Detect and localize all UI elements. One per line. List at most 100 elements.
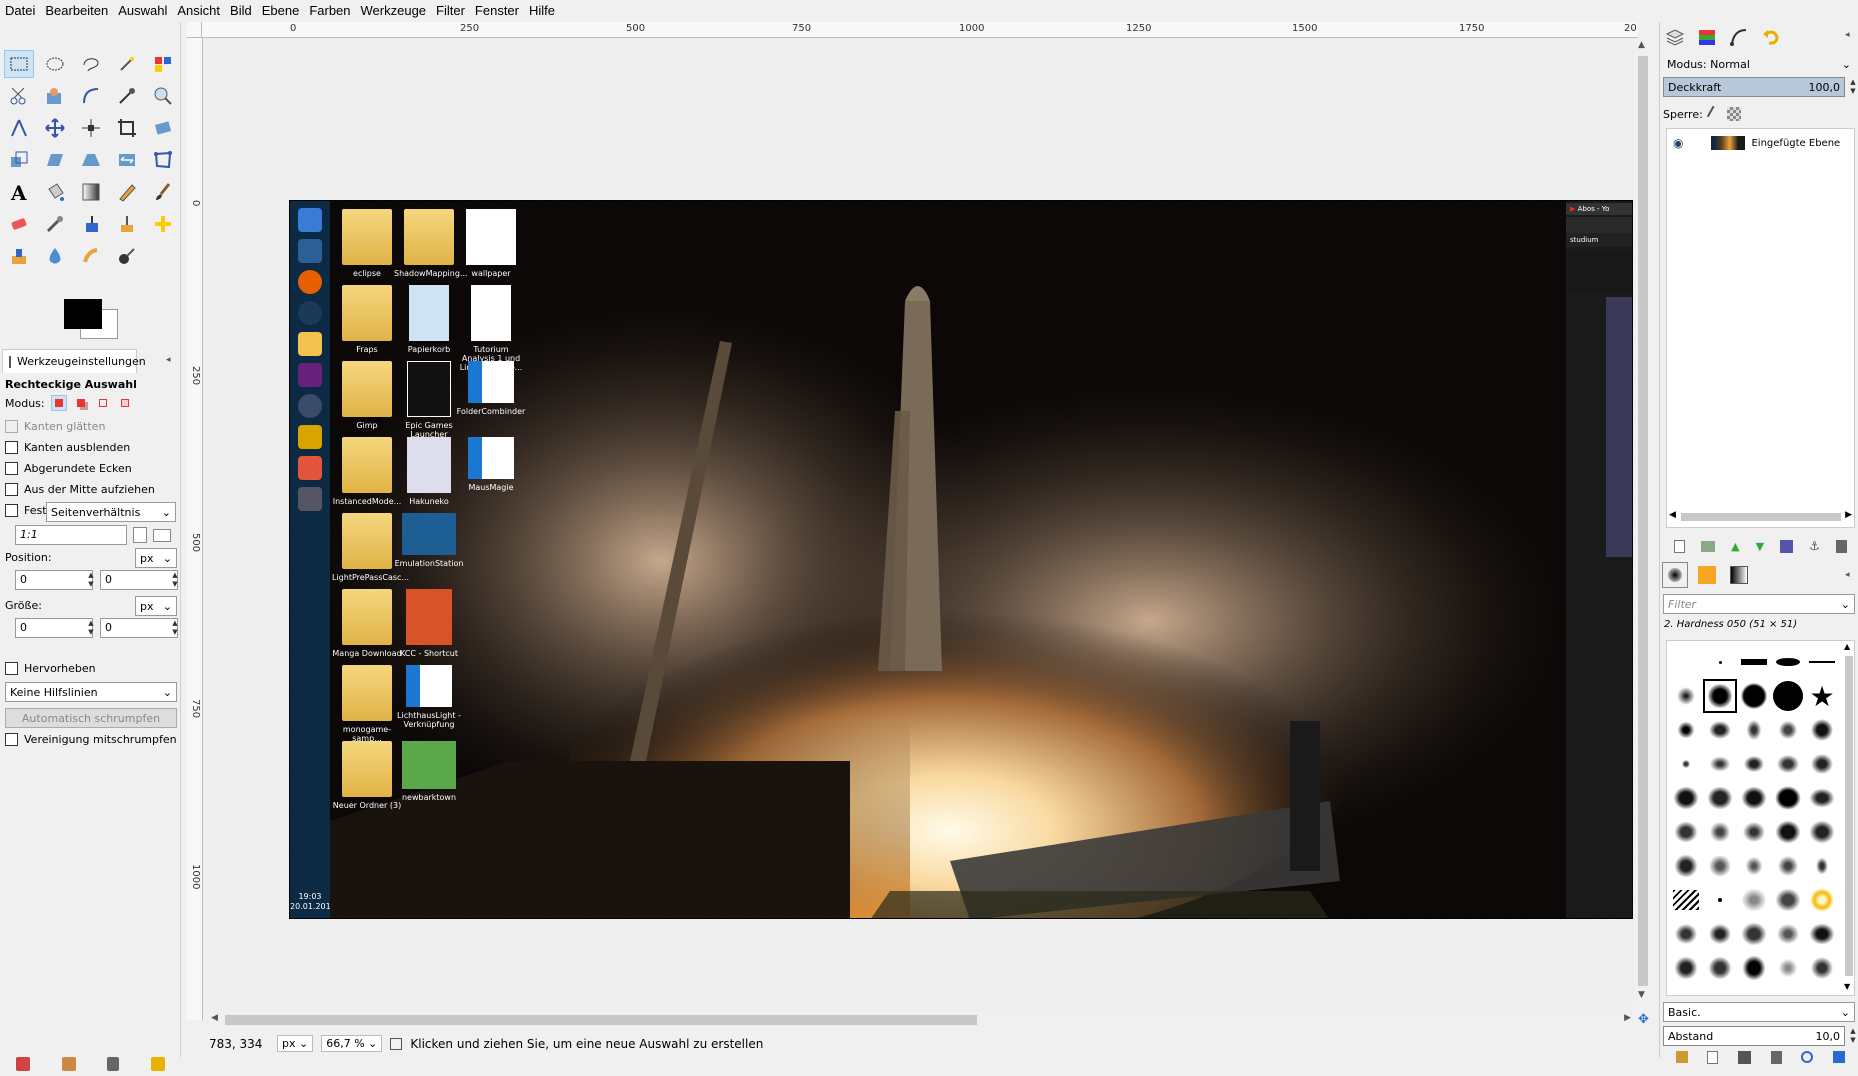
fixed-mode-select[interactable]: Seitenverhältnis ⌄ bbox=[46, 502, 176, 522]
paths-tool[interactable] bbox=[76, 82, 106, 110]
tab-undo-history[interactable] bbox=[1758, 24, 1784, 50]
open-as-image-icon[interactable] bbox=[1833, 1051, 1846, 1063]
brush-preset[interactable] bbox=[1703, 781, 1737, 815]
panel-menu-icon[interactable]: ◂ bbox=[1845, 570, 1850, 580]
brush-preset[interactable] bbox=[1737, 713, 1771, 747]
menu-bearbeiten[interactable]: Bearbeiten bbox=[40, 0, 113, 22]
brush-preset[interactable] bbox=[1703, 645, 1737, 679]
brush-preset[interactable] bbox=[1771, 917, 1805, 951]
scissors-tool[interactable] bbox=[4, 82, 34, 110]
brush-filter-select[interactable]: Filter ⌄ bbox=[1663, 594, 1855, 614]
airbrush-tool[interactable] bbox=[40, 210, 70, 238]
rounded-corners-checkbox[interactable] bbox=[5, 462, 18, 475]
foreground-color-swatch[interactable] bbox=[64, 299, 102, 329]
brush-preset[interactable] bbox=[1703, 849, 1737, 883]
brush-preset[interactable] bbox=[1771, 849, 1805, 883]
color-picker-tool[interactable] bbox=[112, 82, 142, 110]
vertical-scrollbar[interactable]: ▲ ▼ bbox=[1635, 38, 1651, 1020]
feather-checkbox[interactable] bbox=[5, 441, 18, 454]
blur-tool[interactable] bbox=[40, 242, 70, 270]
brush-grid[interactable]: ★ bbox=[1666, 640, 1855, 996]
ink-tool[interactable] bbox=[76, 210, 106, 238]
brush-preset[interactable] bbox=[1737, 815, 1771, 849]
lower-layer-icon[interactable]: ▼ bbox=[1756, 540, 1764, 553]
select-by-color-tool[interactable] bbox=[148, 50, 178, 78]
rotate-tool[interactable] bbox=[148, 114, 178, 142]
menu-werkzeuge[interactable]: Werkzeuge bbox=[356, 0, 432, 22]
brush-preset[interactable] bbox=[1669, 849, 1703, 883]
layers-hscroll[interactable]: ◀ ▶ bbox=[1667, 510, 1854, 523]
duplicate-layer-icon[interactable] bbox=[1780, 539, 1794, 553]
brush-preset[interactable] bbox=[1805, 951, 1839, 985]
brush-preset[interactable] bbox=[1669, 713, 1703, 747]
refresh-brushes-icon[interactable] bbox=[1801, 1051, 1814, 1063]
brush-preset[interactable] bbox=[1669, 815, 1703, 849]
brush-preset[interactable] bbox=[1737, 849, 1771, 883]
chevron-down-icon[interactable]: ▼ bbox=[1638, 990, 1645, 1000]
position-x-input[interactable]: 0 bbox=[15, 570, 93, 590]
vertical-ruler[interactable]: 0 250 500 750 1000 bbox=[187, 38, 203, 1020]
highlight-checkbox[interactable] bbox=[5, 662, 18, 675]
brush-preset[interactable] bbox=[1805, 645, 1839, 679]
layers-scroll-thumb[interactable] bbox=[1681, 513, 1841, 521]
chevron-left-icon[interactable]: ◀ bbox=[211, 1013, 218, 1023]
duplicate-brush-icon[interactable] bbox=[1738, 1050, 1752, 1064]
layer-mode-select[interactable]: Modus: Normal ⌄ bbox=[1663, 54, 1855, 74]
save-options-icon[interactable] bbox=[15, 1057, 30, 1071]
raise-layer-icon[interactable]: ▲ bbox=[1731, 540, 1739, 553]
brush-preset[interactable] bbox=[1771, 713, 1805, 747]
shrink-merged-checkbox[interactable] bbox=[5, 733, 18, 746]
landscape-icon[interactable] bbox=[153, 529, 171, 542]
brush-preset[interactable] bbox=[1703, 917, 1737, 951]
guides-select[interactable]: Keine Hilfslinien ⌄ bbox=[5, 682, 177, 702]
chevron-right-icon[interactable]: ▶ bbox=[1624, 1013, 1631, 1023]
brush-preset[interactable] bbox=[1669, 917, 1703, 951]
brush-preset[interactable] bbox=[1669, 679, 1703, 713]
mode-intersect-button[interactable] bbox=[117, 395, 133, 411]
brush-grid-vscroll[interactable]: ▲ ▼ bbox=[1844, 642, 1854, 994]
expand-center-checkbox[interactable] bbox=[5, 483, 18, 496]
brush-preset[interactable] bbox=[1771, 645, 1805, 679]
brush-preset[interactable] bbox=[1703, 951, 1737, 985]
brush-preset[interactable] bbox=[1737, 951, 1771, 985]
brush-preset[interactable] bbox=[1737, 679, 1771, 713]
brush-preset[interactable] bbox=[1805, 781, 1839, 815]
portrait-icon[interactable] bbox=[133, 527, 147, 543]
brush-preset[interactable] bbox=[1771, 951, 1805, 985]
vertical-scroll-thumb[interactable] bbox=[1638, 56, 1648, 986]
brush-preset[interactable] bbox=[1737, 917, 1771, 951]
cage-transform-tool[interactable] bbox=[148, 146, 178, 174]
ruler-corner[interactable] bbox=[187, 22, 202, 38]
tab-layers[interactable] bbox=[1662, 24, 1688, 50]
fg-bg-color-selector[interactable] bbox=[60, 295, 118, 339]
layer-row[interactable]: ◉ Eingefügte Ebene bbox=[1667, 131, 1854, 155]
antialias-checkbox[interactable] bbox=[5, 420, 18, 433]
dodge-burn-tool[interactable] bbox=[112, 242, 142, 270]
foreground-select-tool[interactable] bbox=[40, 82, 70, 110]
mypaint-brush-tool[interactable] bbox=[112, 210, 142, 238]
gradient-tool[interactable] bbox=[76, 178, 106, 206]
fuzzy-select-tool[interactable] bbox=[112, 50, 142, 78]
flip-tool[interactable] bbox=[112, 146, 142, 174]
brush-preset[interactable] bbox=[1703, 747, 1737, 781]
size-unit-select[interactable]: px ⌄ bbox=[135, 596, 177, 616]
brush-preset[interactable] bbox=[1771, 883, 1805, 917]
brush-preset[interactable] bbox=[1737, 645, 1771, 679]
ratio-input[interactable]: 1:1 bbox=[15, 525, 127, 545]
crop-tool[interactable] bbox=[112, 114, 142, 142]
anchor-layer-icon[interactable]: ⚓ bbox=[1809, 539, 1820, 553]
zoom-tool[interactable] bbox=[148, 82, 178, 110]
heal-tool[interactable] bbox=[148, 210, 178, 238]
zoom-select[interactable]: 66,7 % ⌄ bbox=[321, 1035, 383, 1052]
tab-brushes[interactable] bbox=[1662, 562, 1688, 588]
smudge-tool[interactable] bbox=[76, 242, 106, 270]
brush-preset[interactable] bbox=[1737, 883, 1771, 917]
tab-gradients[interactable] bbox=[1726, 562, 1752, 588]
align-tool[interactable] bbox=[76, 114, 106, 142]
panel-menu-icon[interactable]: ◂ bbox=[1845, 30, 1850, 40]
text-tool[interactable]: A bbox=[4, 178, 34, 206]
chevron-up-icon[interactable]: ▲ bbox=[1638, 40, 1645, 50]
eraser-tool[interactable] bbox=[4, 210, 34, 238]
perspective-tool[interactable] bbox=[76, 146, 106, 174]
edit-brush-icon[interactable] bbox=[1675, 1051, 1688, 1063]
